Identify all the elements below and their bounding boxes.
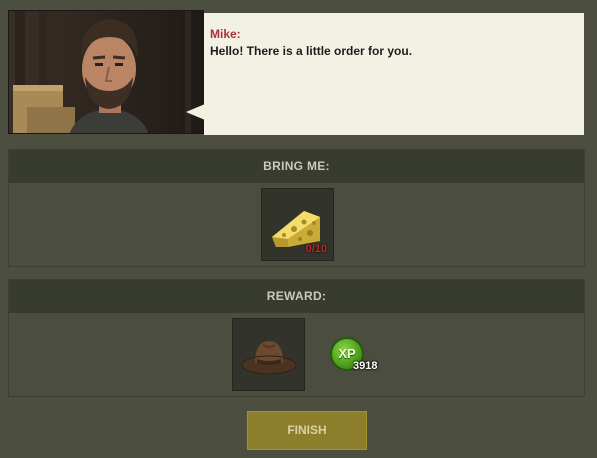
bring-me-panel: BRING ME: 0/10 (8, 149, 585, 267)
xp-amount: 3918 (353, 360, 378, 372)
item-count: 0/10 (305, 243, 327, 255)
speech-bubble-tail (186, 104, 205, 120)
reward-item-slot[interactable] (232, 318, 305, 391)
speaker-name: Mike: (210, 27, 241, 41)
bring-me-header: BRING ME: (9, 150, 584, 183)
reward-panel: REWARD: XP 3918 (8, 279, 585, 397)
speech-bubble: Mike: Hello! There is a little order for… (204, 13, 584, 135)
reward-header: REWARD: (9, 280, 584, 313)
dialog-message: Hello! There is a little order for you. (210, 44, 413, 58)
npc-avatar-icon (9, 11, 203, 133)
finish-button[interactable]: FINISH (247, 411, 367, 450)
required-item-slot[interactable]: 0/10 (261, 188, 334, 261)
cowboy-hat-icon (241, 341, 297, 375)
npc-portrait (8, 10, 204, 134)
